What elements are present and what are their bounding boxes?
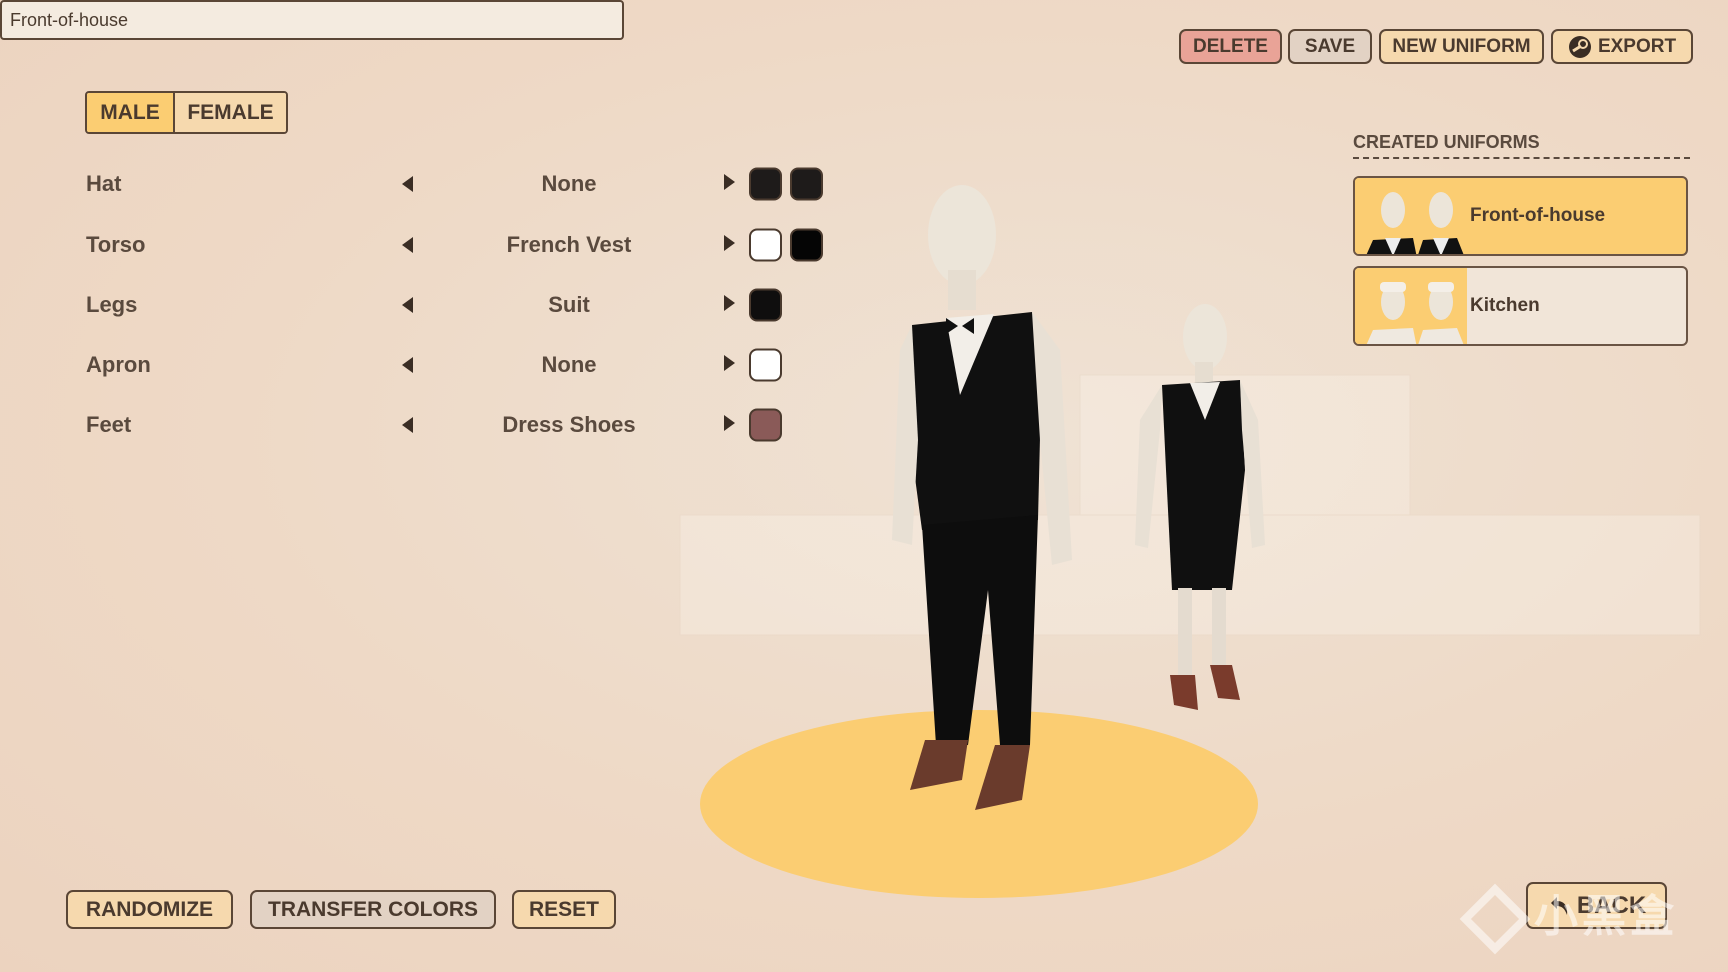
- color-swatch-primary[interactable]: [749, 288, 782, 322]
- export-button[interactable]: EXPORT: [1551, 29, 1693, 64]
- slot-label: Legs: [86, 292, 138, 317]
- new-uniform-button[interactable]: NEW UNIFORM: [1379, 29, 1544, 64]
- previous-arrow-icon[interactable]: [402, 176, 413, 192]
- next-arrow-icon[interactable]: [724, 295, 735, 311]
- next-arrow-icon[interactable]: [724, 355, 735, 371]
- divider: [1353, 157, 1690, 159]
- previous-arrow-icon[interactable]: [402, 237, 413, 253]
- slot-value: None: [541, 171, 597, 196]
- slot-label: Hat: [86, 171, 122, 196]
- color-swatch-primary[interactable]: [749, 348, 782, 382]
- color-swatch-secondary[interactable]: [790, 167, 823, 201]
- next-arrow-icon[interactable]: [724, 235, 735, 251]
- export-label: EXPORT: [1597, 35, 1677, 57]
- undo-arrow-icon: [1550, 896, 1568, 915]
- uniform-card-label: Front-of-house: [1470, 205, 1606, 226]
- back-button[interactable]: BACK: [1526, 882, 1667, 929]
- slot-value: French Vest: [506, 232, 632, 257]
- steam-icon: [1568, 35, 1591, 58]
- save-button[interactable]: SAVE: [1288, 29, 1372, 64]
- uniform-thumbnail: [1355, 178, 1467, 254]
- created-uniforms-title: CREATED UNIFORMS: [1353, 132, 1540, 152]
- gender-male-button[interactable]: MALE: [87, 93, 175, 132]
- slot-label: Torso: [86, 232, 146, 257]
- uniform-card-kitchen[interactable]: Kitchen: [1353, 266, 1688, 346]
- previous-arrow-icon[interactable]: [402, 417, 413, 433]
- color-swatch-secondary[interactable]: [790, 228, 823, 262]
- slot-value: Dress Shoes: [502, 412, 636, 437]
- transfer-colors-button[interactable]: TRANSFER COLORS: [250, 890, 496, 929]
- previous-arrow-icon[interactable]: [402, 297, 413, 313]
- delete-button[interactable]: DELETE: [1179, 29, 1282, 64]
- color-swatch-primary[interactable]: [749, 408, 782, 442]
- back-label: BACK: [1576, 891, 1647, 919]
- slot-label: Feet: [86, 412, 132, 437]
- previous-arrow-icon[interactable]: [402, 357, 413, 373]
- gender-toggle: MALE FEMALE: [85, 91, 288, 134]
- randomize-button[interactable]: RANDOMIZE: [66, 890, 233, 929]
- color-swatch-primary[interactable]: [749, 228, 782, 262]
- color-swatch-primary[interactable]: [749, 167, 782, 201]
- slot-value: None: [541, 352, 597, 377]
- next-arrow-icon[interactable]: [724, 415, 735, 431]
- uniform-thumbnail: [1355, 268, 1467, 344]
- slot-label: Apron: [86, 352, 151, 377]
- next-arrow-icon[interactable]: [724, 174, 735, 190]
- slot-value: Suit: [548, 292, 590, 317]
- gender-female-button[interactable]: FEMALE: [175, 93, 286, 132]
- reset-button[interactable]: RESET: [512, 890, 616, 929]
- uniform-card-front-of-house[interactable]: Front-of-house: [1353, 176, 1688, 256]
- uniform-card-label: Kitchen: [1470, 295, 1540, 316]
